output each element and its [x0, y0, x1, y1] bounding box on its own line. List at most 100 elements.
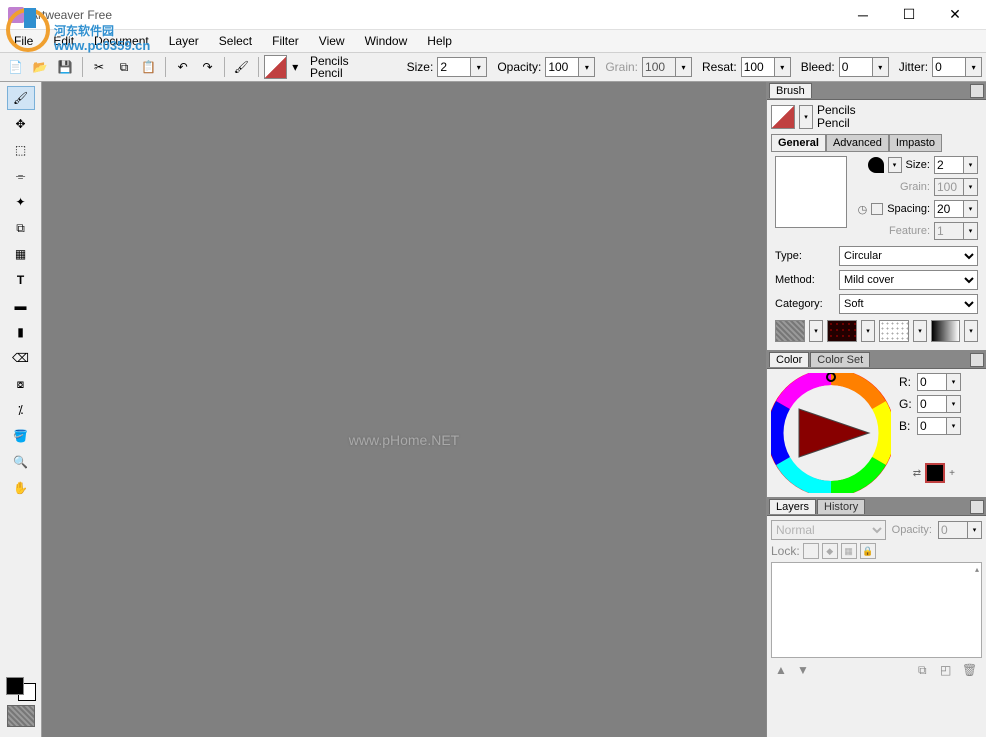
- opacity-input[interactable]: ▾: [545, 57, 595, 77]
- opacity-dropdown[interactable]: ▾: [579, 57, 595, 77]
- zoom-tool[interactable]: 🔍: [7, 450, 35, 474]
- history-tab[interactable]: History: [817, 499, 865, 514]
- resat-input[interactable]: ▾: [741, 57, 791, 77]
- layer-group-button[interactable]: ⧉: [918, 663, 934, 677]
- bleed-value[interactable]: [839, 57, 873, 77]
- undo-button[interactable]: ↶: [171, 55, 194, 79]
- gradient-dd[interactable]: ▾: [964, 320, 978, 342]
- jitter-dropdown[interactable]: ▾: [966, 57, 982, 77]
- g-value[interactable]: [917, 395, 947, 413]
- pattern-swatch[interactable]: [827, 320, 857, 342]
- wand-tool[interactable]: ✦: [7, 190, 35, 214]
- brush-method-select[interactable]: Mild cover: [839, 270, 978, 290]
- close-button[interactable]: ✕: [932, 0, 978, 30]
- perspective-tool[interactable]: ▦: [7, 242, 35, 266]
- dab-shape-icon[interactable]: [868, 157, 884, 173]
- color-panel-menu[interactable]: [970, 353, 984, 367]
- r-value[interactable]: [917, 373, 947, 391]
- brush-tab-advanced[interactable]: Advanced: [826, 134, 889, 152]
- brush-size-value[interactable]: [934, 156, 964, 174]
- brush-dropdown[interactable]: ▾: [289, 55, 302, 79]
- menu-file[interactable]: File: [4, 32, 43, 50]
- brush-size-dd[interactable]: ▾: [964, 156, 978, 174]
- brush-preview-swatch[interactable]: [264, 55, 287, 79]
- bleed-dropdown[interactable]: ▾: [873, 57, 889, 77]
- scroll-up-icon[interactable]: ▴: [975, 565, 979, 574]
- open-file-button[interactable]: 📂: [29, 55, 52, 79]
- r-dd[interactable]: ▾: [947, 373, 961, 391]
- new-layer-button[interactable]: ◰: [940, 663, 956, 677]
- fg-bg-swatch[interactable]: [6, 677, 36, 701]
- brush-category-select[interactable]: Soft: [839, 294, 978, 314]
- brush-spacing-value[interactable]: [934, 200, 964, 218]
- color-wheel[interactable]: [771, 373, 891, 493]
- gradient-tool[interactable]: ▮: [7, 320, 35, 344]
- lasso-tool[interactable]: ⌯: [7, 164, 35, 188]
- size-dropdown[interactable]: ▾: [471, 57, 487, 77]
- brush-variant-dropdown[interactable]: ▾: [799, 105, 813, 129]
- brush-tab-general[interactable]: General: [771, 134, 826, 152]
- lock-pixels[interactable]: ◆: [822, 543, 838, 559]
- size-value[interactable]: [437, 57, 471, 77]
- redo-button[interactable]: ↷: [196, 55, 219, 79]
- pattern-dd[interactable]: ▾: [861, 320, 875, 342]
- menu-select[interactable]: Select: [209, 32, 262, 50]
- paper-texture-swatch[interactable]: [7, 705, 35, 727]
- menu-window[interactable]: Window: [355, 32, 418, 50]
- brush-tab[interactable]: Brush: [769, 83, 812, 98]
- layer-up-button[interactable]: ▲: [775, 663, 791, 677]
- opacity-value[interactable]: [545, 57, 579, 77]
- g-dd[interactable]: ▾: [947, 395, 961, 413]
- brush-tool-icon[interactable]: 🖌: [230, 55, 253, 79]
- paper-dd[interactable]: ▾: [809, 320, 823, 342]
- delete-layer-button[interactable]: 🗑: [962, 663, 978, 677]
- dab-dropdown[interactable]: ▾: [888, 157, 902, 173]
- nozzle-swatch[interactable]: [879, 320, 909, 342]
- clock-icon[interactable]: ◷: [858, 203, 868, 216]
- menu-edit[interactable]: Edit: [43, 32, 84, 50]
- menu-view[interactable]: View: [309, 32, 355, 50]
- add-color-icon[interactable]: +: [949, 468, 955, 479]
- cut-button[interactable]: ✂: [88, 55, 111, 79]
- eraser-tool[interactable]: ⌫: [7, 346, 35, 370]
- menu-document[interactable]: Document: [84, 32, 159, 50]
- save-file-button[interactable]: 💾: [54, 55, 77, 79]
- brush-type-select[interactable]: Circular: [839, 246, 978, 266]
- selection-tool[interactable]: ⬚: [7, 138, 35, 162]
- maximize-button[interactable]: ☐: [886, 0, 932, 30]
- swap-colors-icon[interactable]: ⇄: [913, 468, 921, 479]
- b-value[interactable]: [917, 417, 947, 435]
- brush-panel-menu[interactable]: [970, 84, 984, 98]
- move-tool[interactable]: ✥: [7, 112, 35, 136]
- brush-tab-impasto[interactable]: Impasto: [889, 134, 942, 152]
- lock-transparency[interactable]: [803, 543, 819, 559]
- fg-color-swatch[interactable]: [6, 677, 24, 695]
- stamp-tool[interactable]: ⧇: [7, 372, 35, 396]
- color-tab[interactable]: Color: [769, 352, 809, 367]
- crop-tool[interactable]: ⧉: [7, 216, 35, 240]
- layers-panel-menu[interactable]: [970, 500, 984, 514]
- brush-spacing-dd[interactable]: ▾: [964, 200, 978, 218]
- hand-tool[interactable]: ✋: [7, 476, 35, 500]
- resat-dropdown[interactable]: ▾: [775, 57, 791, 77]
- jitter-input[interactable]: ▾: [932, 57, 982, 77]
- brush-tool[interactable]: 🖌: [7, 86, 35, 110]
- new-file-button[interactable]: 📄: [4, 55, 27, 79]
- text-tool[interactable]: T: [7, 268, 35, 292]
- copy-button[interactable]: ⧉: [112, 55, 135, 79]
- fill-tool[interactable]: 🪣: [7, 424, 35, 448]
- menu-help[interactable]: Help: [417, 32, 462, 50]
- paste-button[interactable]: 📋: [137, 55, 160, 79]
- eyedropper-tool[interactable]: ⁒: [7, 398, 35, 422]
- menu-layer[interactable]: Layer: [159, 32, 209, 50]
- minimize-button[interactable]: ─: [840, 0, 886, 30]
- canvas-area[interactable]: www.pHome.NET: [42, 82, 766, 737]
- layer-down-button[interactable]: ▼: [797, 663, 813, 677]
- menu-filter[interactable]: Filter: [262, 32, 309, 50]
- brush-thumbnail[interactable]: [771, 105, 795, 129]
- paper-swatch[interactable]: [775, 320, 805, 342]
- lock-all[interactable]: 🔒: [860, 543, 876, 559]
- b-dd[interactable]: ▾: [947, 417, 961, 435]
- color-set-tab[interactable]: Color Set: [810, 352, 870, 367]
- size-input[interactable]: ▾: [437, 57, 487, 77]
